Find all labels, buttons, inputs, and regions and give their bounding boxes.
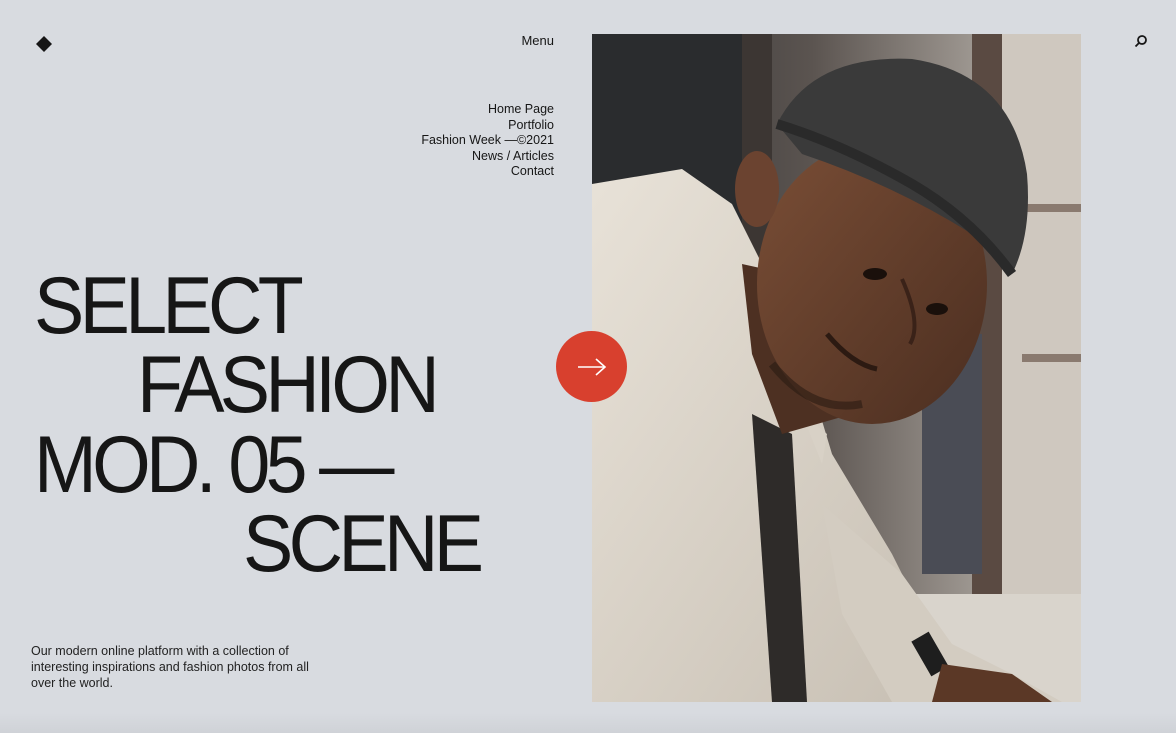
next-arrow-button[interactable] <box>556 331 627 402</box>
hero-headline: SELECT FASHION MOD. 05 — SCENE <box>0 0 560 600</box>
nav-item-fashion-week[interactable]: Fashion Week —©2021 <box>380 133 554 149</box>
headline-line-4: SCENE <box>243 499 484 589</box>
hero-photo <box>592 34 1081 702</box>
nav-item-home[interactable]: Home Page <box>380 102 554 118</box>
nav-item-portfolio[interactable]: Portfolio <box>380 118 554 134</box>
menu-button[interactable]: Menu <box>500 33 554 48</box>
main-nav: Home Page Portfolio Fashion Week —©2021 … <box>380 102 554 180</box>
arrow-right-icon <box>577 357 606 376</box>
nav-item-contact[interactable]: Contact <box>380 164 554 180</box>
headline-line-2: FASHION <box>137 340 440 430</box>
nav-item-news[interactable]: News / Articles <box>380 149 554 165</box>
page-bottom-edge <box>0 713 1176 733</box>
headline-line-3: MOD. 05 — <box>34 420 394 510</box>
hero-description: Our modern online platform with a collec… <box>31 644 309 690</box>
search-icon[interactable] <box>1134 34 1148 48</box>
logo-diamond-icon[interactable] <box>36 36 52 52</box>
headline-line-1: SELECT <box>34 261 304 351</box>
